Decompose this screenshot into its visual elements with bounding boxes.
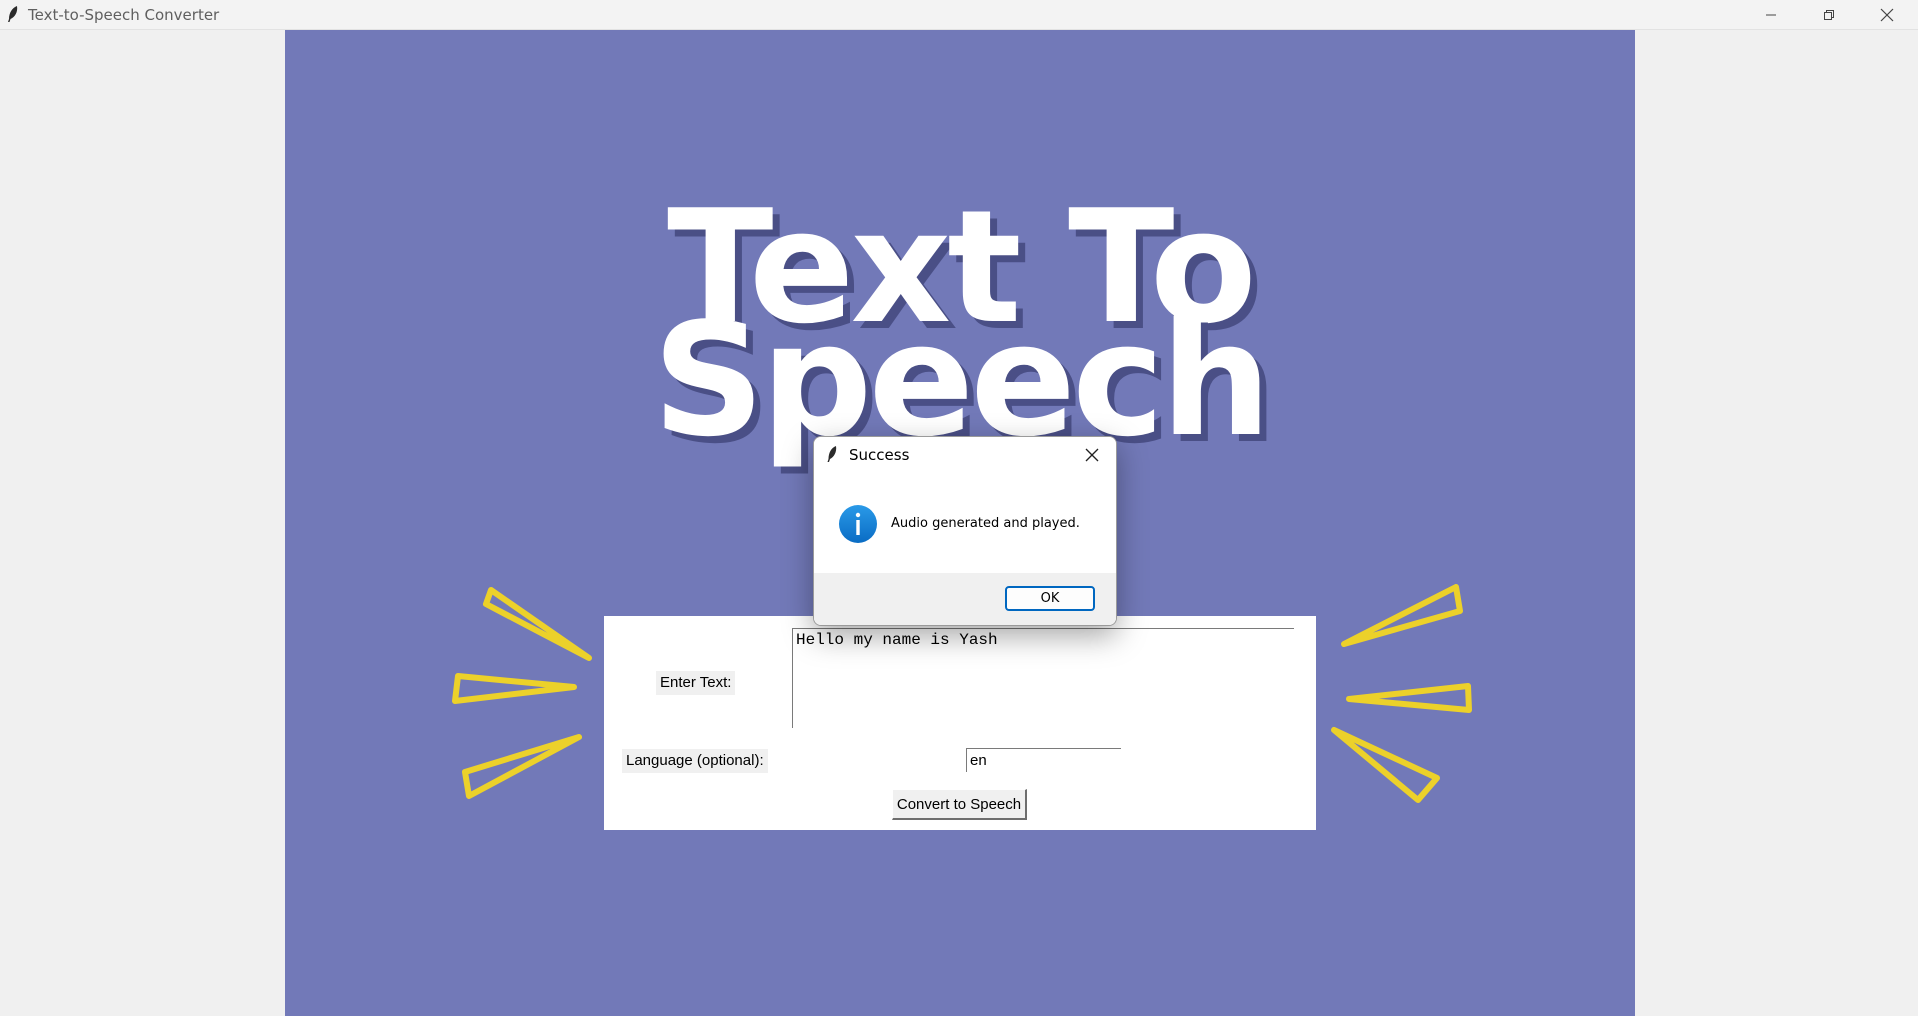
dialog-close-button[interactable] xyxy=(1078,443,1106,467)
restore-icon xyxy=(1824,9,1834,20)
language-input[interactable]: en xyxy=(966,748,1121,772)
ray-right-bottom xyxy=(1331,727,1440,803)
close-icon xyxy=(1880,8,1894,21)
ok-button[interactable]: OK xyxy=(1005,586,1095,611)
feather-icon xyxy=(827,446,837,462)
minimize-button[interactable] xyxy=(1742,0,1800,29)
enter-text-label: Enter Text: xyxy=(656,671,736,695)
language-label: Language (optional): xyxy=(622,749,768,773)
dialog-body: Audio generated and played. xyxy=(814,473,1116,573)
window-titlebar: Text-to-Speech Converter xyxy=(0,0,1918,30)
ray-left-bottom xyxy=(462,734,582,799)
ray-right-top xyxy=(1341,584,1463,647)
close-window-button[interactable] xyxy=(1858,0,1916,29)
dialog-footer: OK xyxy=(814,573,1116,625)
dialog-titlebar: Success xyxy=(814,437,1116,473)
convert-to-speech-button[interactable]: Convert to Speech xyxy=(892,789,1027,820)
text-input-area[interactable]: Hello my name is Yash xyxy=(792,628,1294,728)
minimize-icon xyxy=(1766,14,1776,15)
restore-button[interactable] xyxy=(1800,0,1858,29)
input-panel: Enter Text: Hello my name is Yash Langua… xyxy=(604,616,1316,830)
info-icon xyxy=(839,505,877,543)
dialog-message: Audio generated and played. xyxy=(891,516,1080,531)
close-icon xyxy=(1085,448,1099,462)
ray-left-top xyxy=(483,587,592,661)
ray-left-mid xyxy=(452,673,577,704)
dialog-title: Success xyxy=(849,446,910,464)
ray-right-mid xyxy=(1346,683,1472,713)
feather-icon xyxy=(8,6,18,22)
success-dialog: Success Audio generated and played. OK xyxy=(813,436,1117,626)
window-title: Text-to-Speech Converter xyxy=(28,6,220,24)
